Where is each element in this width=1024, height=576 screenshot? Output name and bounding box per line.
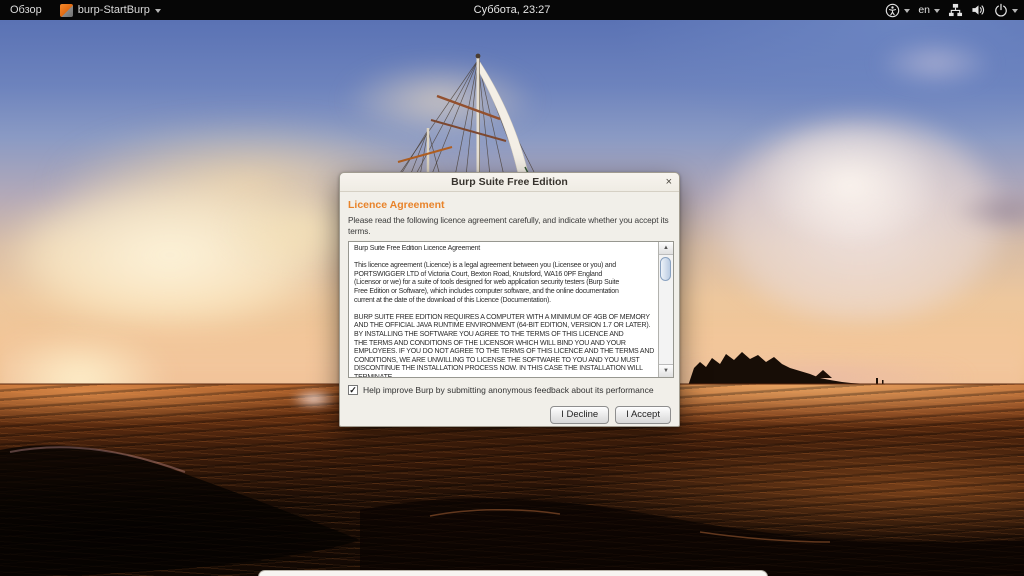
keyboard-layout-menu[interactable]: en: [918, 4, 940, 16]
licence-heading: Licence Agreement: [348, 199, 445, 211]
licence-intro: Please read the following licence agreem…: [348, 215, 669, 236]
app-menu[interactable]: burp-StartBurp: [59, 3, 161, 17]
feedback-checkbox[interactable]: ✓: [348, 385, 358, 395]
decline-button[interactable]: I Decline: [550, 406, 610, 424]
notification-tray[interactable]: [258, 570, 768, 576]
power-icon: [995, 3, 1007, 17]
dialog-title: Burp Suite Free Edition: [451, 176, 568, 188]
chevron-down-icon: [904, 8, 911, 13]
wave-foam: [282, 386, 346, 412]
chevron-down-icon: [1012, 8, 1018, 13]
wired-network-icon[interactable]: [948, 3, 963, 17]
system-menu[interactable]: [994, 3, 1018, 17]
accessibility-icon: [886, 3, 900, 17]
scroll-up-icon[interactable]: ▲: [659, 242, 673, 255]
chevron-down-icon: [934, 8, 940, 13]
scroll-down-icon[interactable]: ▼: [659, 364, 673, 377]
sailboat: [397, 53, 535, 177]
accessibility-menu[interactable]: [885, 3, 911, 18]
burp-icon: [59, 3, 73, 17]
licence-text: Burp Suite Free Edition Licence Agreemen…: [354, 245, 654, 377]
foreground-waves: [0, 445, 1024, 576]
chevron-down-icon: [154, 8, 161, 13]
keyboard-layout-label: en: [918, 4, 930, 16]
dialog-titlebar[interactable]: Burp Suite Free Edition ×: [340, 173, 679, 192]
licence-textarea[interactable]: Burp Suite Free Edition Licence Agreemen…: [348, 241, 674, 378]
island-silhouette: [688, 352, 1024, 386]
scrollbar-thumb[interactable]: [660, 257, 671, 281]
activities-button[interactable]: Обзор: [10, 4, 42, 16]
app-menu-label: burp-StartBurp: [77, 4, 150, 16]
scrollbar[interactable]: ▲ ▼: [658, 242, 673, 377]
dialog-body: Licence Agreement Please read the follow…: [340, 193, 679, 426]
volume-icon[interactable]: [971, 3, 986, 17]
clock[interactable]: Суббота, 23:27: [474, 4, 551, 16]
top-panel: Обзор burp-StartBurp Суббота, 23:27 en: [0, 0, 1024, 20]
cloud: [720, 100, 980, 270]
close-icon[interactable]: ×: [666, 175, 672, 189]
accept-button[interactable]: I Accept: [615, 406, 671, 424]
desktop: Обзор burp-StartBurp Суббота, 23:27 en B…: [0, 0, 1024, 576]
licence-dialog: Burp Suite Free Edition × Licence Agreem…: [339, 172, 680, 427]
feedback-checkbox-label: Help improve Burp by submitting anonymou…: [363, 385, 654, 395]
